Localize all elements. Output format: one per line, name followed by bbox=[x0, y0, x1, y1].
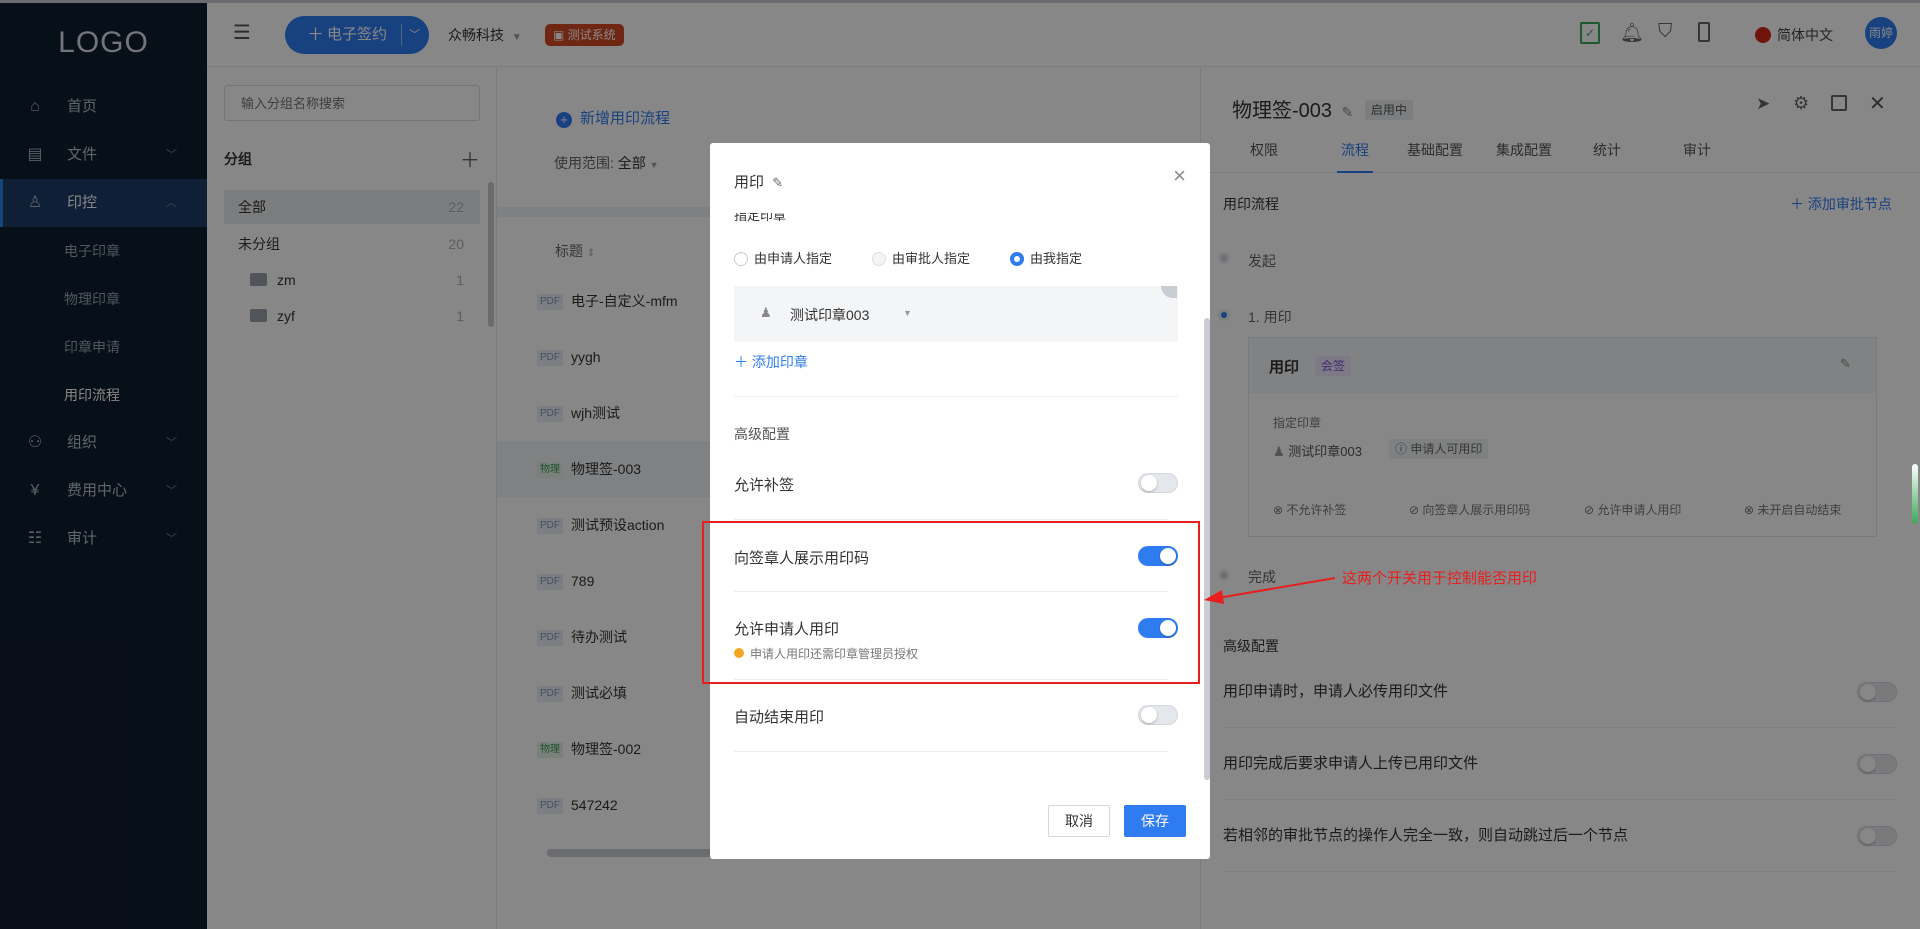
user-icon: ♟ bbox=[760, 305, 772, 320]
highlight-box bbox=[702, 521, 1200, 684]
seal-node-modal: 用印 ✎ × 指定印章 由申请人指定 由审批人指定 由我指定 ♟ 测试印章003… bbox=[710, 143, 1210, 859]
edit-title-icon[interactable]: ✎ bbox=[772, 175, 783, 190]
row-allow-supplement: 允许补签 bbox=[734, 448, 1178, 520]
adv-config-title: 高级配置 bbox=[734, 426, 790, 442]
radio-self-specify[interactable]: 由我指定 bbox=[1010, 251, 1082, 267]
radio-applicant-specify[interactable]: 由申请人指定 bbox=[734, 251, 832, 267]
radio-approver-specify[interactable]: 由审批人指定 bbox=[872, 251, 970, 267]
page-scrollbar[interactable] bbox=[1911, 463, 1919, 525]
remove-seal-icon[interactable] bbox=[1161, 286, 1177, 298]
modal-title: 用印 ✎ bbox=[734, 174, 784, 191]
seal-select-box[interactable]: ♟ 测试印章003 ▼ bbox=[734, 286, 1178, 342]
save-button[interactable]: 保存 bbox=[1124, 805, 1186, 837]
toggle-allow-supplement[interactable] bbox=[1138, 473, 1178, 493]
modal-scrollbar[interactable] bbox=[1204, 318, 1210, 780]
cut-section-label: 指定印章 bbox=[734, 213, 787, 223]
add-seal-link[interactable]: ＋ 添加印章 bbox=[734, 352, 808, 372]
seal-name: 测试印章003 bbox=[790, 307, 870, 323]
caret-down-icon: ▼ bbox=[903, 308, 912, 318]
cancel-button[interactable]: 取消 bbox=[1048, 805, 1110, 837]
annotation-arrow bbox=[1204, 577, 1336, 604]
modal-close-icon[interactable]: × bbox=[1173, 165, 1186, 187]
annotation-text: 这两个开关用于控制能否用印 bbox=[1342, 570, 1538, 587]
row-auto-end: 自动结束用印 bbox=[734, 680, 1178, 752]
toggle-auto-end[interactable] bbox=[1138, 705, 1178, 725]
divider bbox=[734, 396, 1178, 397]
